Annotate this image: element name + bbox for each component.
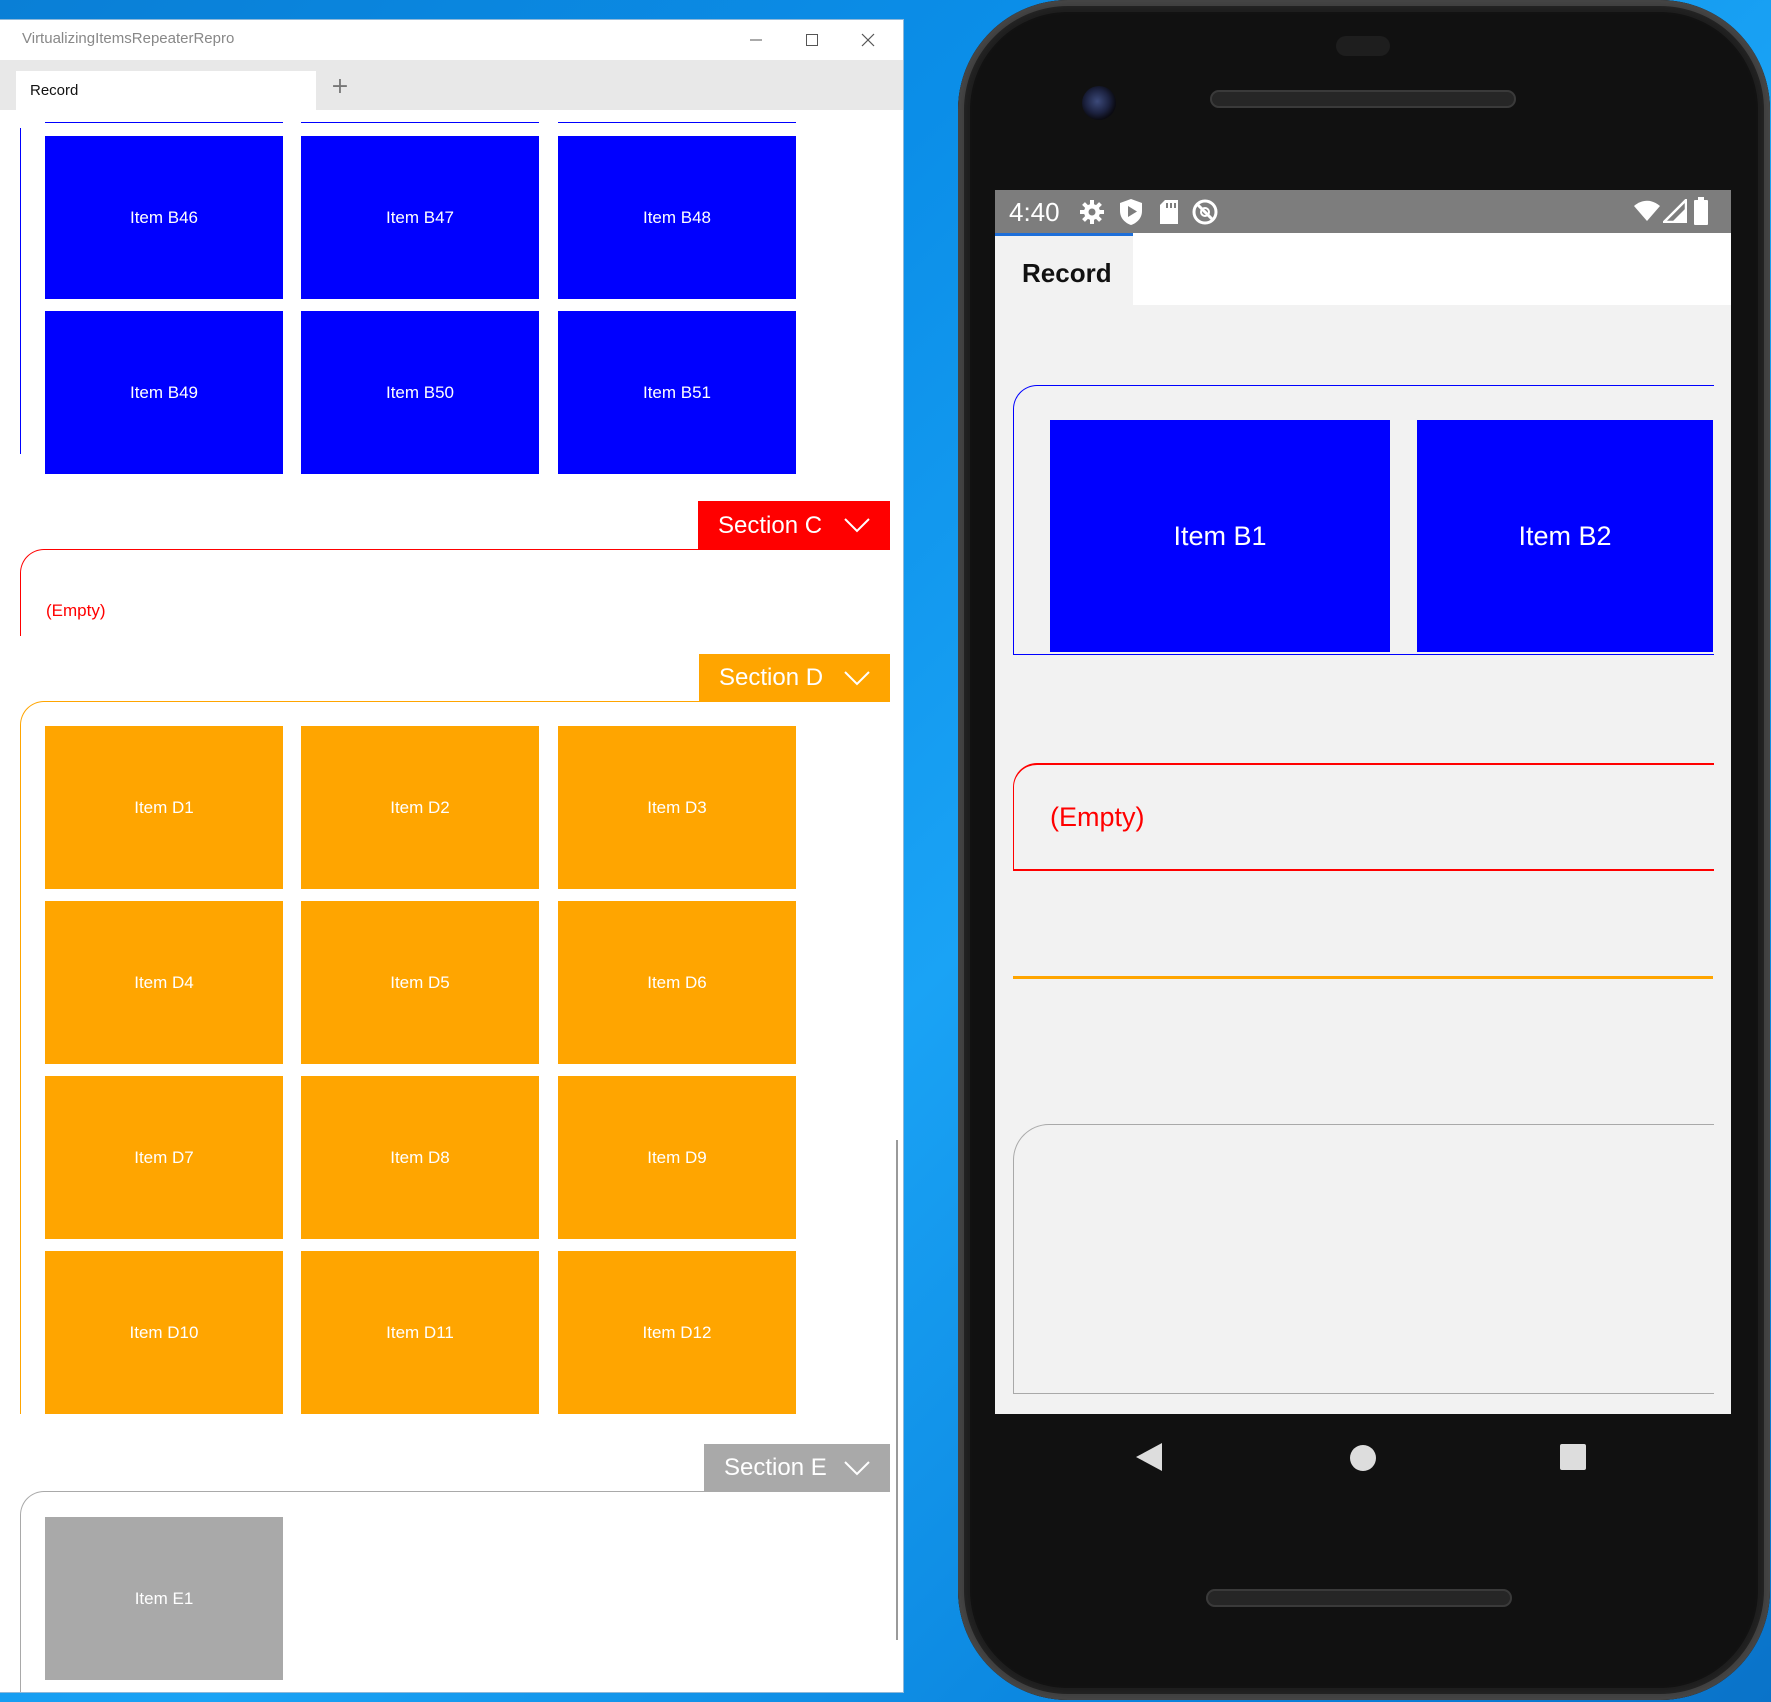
item-tile[interactable]: Item B48 <box>558 136 796 299</box>
item-tile[interactable]: Item D4 <box>45 901 283 1064</box>
chevron-down-icon <box>844 1461 870 1476</box>
item-tile[interactable]: Item B50 <box>301 311 539 474</box>
item-tile[interactable]: Item D2 <box>301 726 539 889</box>
window-title: VirtualizingItemsRepeaterRepro <box>22 30 235 47</box>
do-not-disturb-icon <box>1192 199 1218 225</box>
empty-label: (Empty) <box>1050 802 1145 832</box>
sd-card-icon <box>1160 200 1178 224</box>
earpiece-speaker <box>1210 90 1516 108</box>
item-tile[interactable]: Item D6 <box>558 901 796 1064</box>
close-button[interactable] <box>840 20 896 60</box>
item-tile[interactable]: Item B46 <box>45 136 283 299</box>
status-bar: 4:40 <box>995 190 1731 233</box>
tab-strip: Record + <box>0 60 903 110</box>
chevron-down-icon <box>844 671 870 686</box>
back-icon[interactable] <box>1134 1441 1164 1473</box>
close-icon <box>861 33 875 47</box>
home-icon[interactable] <box>1349 1444 1377 1472</box>
chevron-down-icon <box>844 518 870 533</box>
minimize-button[interactable] <box>728 20 784 60</box>
row-divider <box>301 122 539 123</box>
item-tile[interactable]: Item D7 <box>45 1076 283 1239</box>
recents-icon[interactable] <box>1559 1443 1587 1471</box>
phone-screen: 4:40 Record Item B1 Item B2 (Empty) <box>995 190 1731 1414</box>
section-b-frame-edge <box>20 128 21 454</box>
minimize-icon <box>750 39 762 41</box>
maximize-button[interactable] <box>784 20 840 60</box>
maximize-icon <box>806 34 818 46</box>
section-d-header[interactable]: Section D <box>699 654 890 702</box>
item-tile[interactable]: Item B49 <box>45 311 283 474</box>
row-divider <box>45 122 283 123</box>
tab-label: Record <box>30 82 79 99</box>
android-phone: 4:40 Record Item B1 Item B2 (Empty) <box>958 0 1770 1700</box>
item-tile[interactable]: Item D1 <box>45 726 283 889</box>
item-tile[interactable]: Item B51 <box>558 311 796 474</box>
section-e-frame <box>1013 1124 1714 1394</box>
item-tile[interactable]: Item D11 <box>301 1251 539 1414</box>
section-c-header[interactable]: Section C <box>698 501 890 550</box>
section-d-divider <box>1013 976 1713 979</box>
item-tile[interactable]: Item E1 <box>45 1517 283 1680</box>
section-title: Section E <box>724 1454 827 1481</box>
section-title: Section D <box>719 664 824 691</box>
mobile-tab-bar: Record <box>995 233 1731 305</box>
wifi-icon <box>1634 200 1660 221</box>
title-bar[interactable]: VirtualizingItemsRepeaterRepro <box>0 20 903 60</box>
item-tile[interactable]: Item D3 <box>558 726 796 889</box>
row-divider <box>558 122 796 123</box>
section-title: Section C <box>718 511 823 539</box>
status-time: 4:40 <box>1009 197 1060 227</box>
empty-label: (Empty) <box>46 601 106 620</box>
add-tab-button[interactable]: + <box>325 74 355 99</box>
item-tile[interactable]: Item B1 <box>1050 420 1390 652</box>
scroll-content[interactable]: Item B46 Item B47 Item B48 Item B49 Item… <box>0 110 903 1692</box>
gear-icon <box>1080 200 1104 224</box>
desktop-window: VirtualizingItemsRepeaterRepro Record + … <box>0 20 903 1692</box>
proximity-sensor <box>1336 36 1390 56</box>
item-tile[interactable]: Item B47 <box>301 136 539 299</box>
tab-record[interactable]: Record <box>16 71 316 110</box>
signal-icon <box>1663 199 1687 223</box>
section-e-header[interactable]: Section E <box>704 1444 890 1492</box>
item-tile[interactable]: Item B2 <box>1417 420 1713 652</box>
item-tile[interactable]: Item D5 <box>301 901 539 1064</box>
front-camera-icon <box>1082 86 1116 120</box>
item-tile[interactable]: Item D12 <box>558 1251 796 1414</box>
vertical-scrollbar[interactable] <box>896 1140 898 1640</box>
bottom-speaker <box>1206 1589 1512 1607</box>
battery-icon <box>1694 197 1708 225</box>
tab-record[interactable]: Record <box>995 233 1133 305</box>
item-tile[interactable]: Item D10 <box>45 1251 283 1414</box>
shield-play-icon <box>1120 199 1142 225</box>
item-tile[interactable]: Item D9 <box>558 1076 796 1239</box>
item-tile[interactable]: Item D8 <box>301 1076 539 1239</box>
section-c-frame <box>20 549 698 636</box>
tab-label: Record <box>1022 258 1112 288</box>
